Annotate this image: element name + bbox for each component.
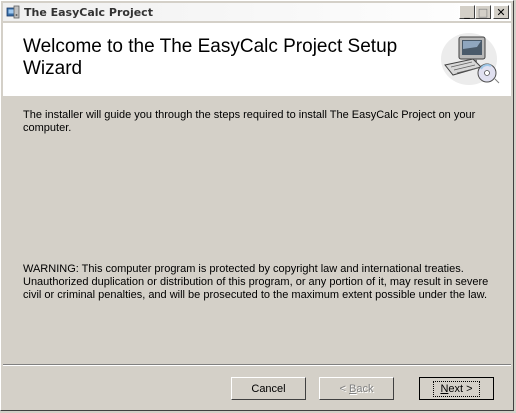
back-button-mnemonic: B	[349, 382, 357, 395]
cancel-button[interactable]: Cancel	[231, 377, 306, 400]
copyright-warning: WARNING: This computer program is protec…	[23, 263, 489, 301]
title-bar[interactable]: The EasyCalc Project _ □ ✕	[3, 3, 511, 21]
back-button-label: ack	[356, 382, 374, 395]
next-button-focus: Next >	[433, 380, 480, 397]
next-button-label: ext >	[448, 382, 473, 395]
computer-setup-icon	[441, 33, 500, 85]
minimize-icon: _	[464, 5, 470, 19]
window-controls: _ □ ✕	[459, 5, 509, 19]
installer-icon	[6, 5, 20, 19]
intro-text: The installer will guide you through the…	[23, 109, 476, 134]
banner-divider	[3, 95, 511, 96]
next-button[interactable]: Next >	[419, 377, 494, 400]
close-icon: ✕	[496, 5, 506, 19]
footer-divider-highlight	[3, 365, 511, 366]
cancel-button-label: Cancel	[251, 382, 286, 395]
back-button[interactable]: < Back	[319, 377, 394, 400]
close-button[interactable]: ✕	[493, 5, 509, 19]
back-button-prefix: <	[339, 382, 349, 395]
maximize-icon: □	[477, 5, 489, 19]
window-title: The EasyCalc Project	[24, 5, 153, 19]
setup-wizard-window: The EasyCalc Project _ □ ✕ Welcome to th…	[0, 0, 514, 411]
minimize-button[interactable]: _	[459, 5, 475, 19]
wizard-banner: Welcome to the The EasyCalc Project Setu…	[3, 23, 511, 96]
page-title: Welcome to the The EasyCalc Project Setu…	[23, 36, 398, 79]
maximize-button[interactable]: □	[475, 5, 491, 19]
